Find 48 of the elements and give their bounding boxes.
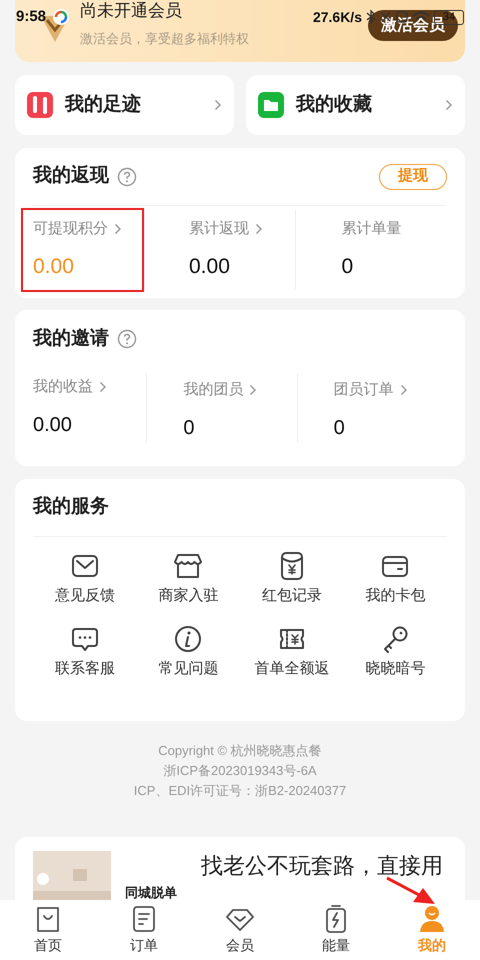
- shop-icon: [173, 551, 204, 581]
- stat-value: 0: [183, 416, 196, 442]
- nav-tab[interactable]: 能量: [288, 900, 384, 960]
- stat-label[interactable]: 我的收益: [33, 376, 93, 398]
- stat-value: 0.00: [33, 254, 75, 280]
- stat-value: 0.00: [33, 413, 73, 438]
- service-item[interactable]: 常见问题: [136, 624, 240, 680]
- nav-tab[interactable]: 首页: [0, 900, 96, 960]
- service-item[interactable]: 意见反馈: [33, 551, 136, 608]
- stat-value: 0.00: [189, 254, 231, 280]
- stat-label[interactable]: 团员订单: [334, 378, 394, 402]
- ad-headline: 找老公不玩套路，直接用: [201, 852, 443, 880]
- shortcut-card[interactable]: 我的足迹: [15, 75, 234, 135]
- service-item[interactable]: 联系客服: [33, 624, 136, 680]
- stat-value: 0: [334, 416, 346, 442]
- stat-label[interactable]: 可提现积分: [33, 218, 108, 240]
- shortcut-label: 我的足迹: [65, 92, 142, 117]
- network-speed: 27.6K/s: [312, 8, 362, 26]
- section-title: 我的服务: [33, 495, 109, 520]
- stat-value: 0: [342, 254, 354, 280]
- copyright-text: ICP、EDI许可证号：浙B2-20240377: [134, 782, 346, 800]
- copyright-text: Copyright © 杭州晓晓惠点餐: [158, 742, 322, 760]
- stat-label[interactable]: 我的团员: [183, 378, 244, 402]
- chevron-icon: [214, 99, 222, 111]
- section-title: 我的返现: [33, 164, 109, 188]
- service-item[interactable]: 我的卡包: [344, 551, 447, 608]
- info-icon: [173, 624, 204, 654]
- ad-tag: 同城脱单: [125, 883, 177, 902]
- shortcut-label: 我的收藏: [296, 92, 373, 117]
- help-icon[interactable]: [117, 166, 137, 186]
- status-time: 9:58: [16, 6, 46, 27]
- member-subtitle: 激活会员，享受超多福利特权: [80, 30, 249, 48]
- bluetooth-icon: [366, 9, 376, 25]
- service-item[interactable]: 红包记录: [240, 551, 344, 608]
- service-item[interactable]: 商家入驻: [136, 551, 240, 608]
- section-title: 我的邀请: [33, 326, 109, 351]
- person-icon: [417, 904, 447, 934]
- service-item[interactable]: 首单全额返: [240, 624, 344, 680]
- stat-label[interactable]: 累计单量: [342, 218, 402, 240]
- member-title: 尚未开通会员: [80, 0, 183, 22]
- stat-label[interactable]: 累计返现: [189, 218, 249, 240]
- service-item[interactable]: 晓晓暗号: [344, 624, 447, 680]
- nav-tab[interactable]: 会员: [192, 900, 288, 960]
- copyright-text: 浙ICP备2023019343号-6A: [163, 762, 317, 780]
- chevron-icon: [445, 99, 453, 111]
- nav-tab[interactable]: 订单: [96, 900, 192, 960]
- shortcut-card[interactable]: 我的收藏: [246, 75, 465, 135]
- help-icon[interactable]: [117, 329, 137, 349]
